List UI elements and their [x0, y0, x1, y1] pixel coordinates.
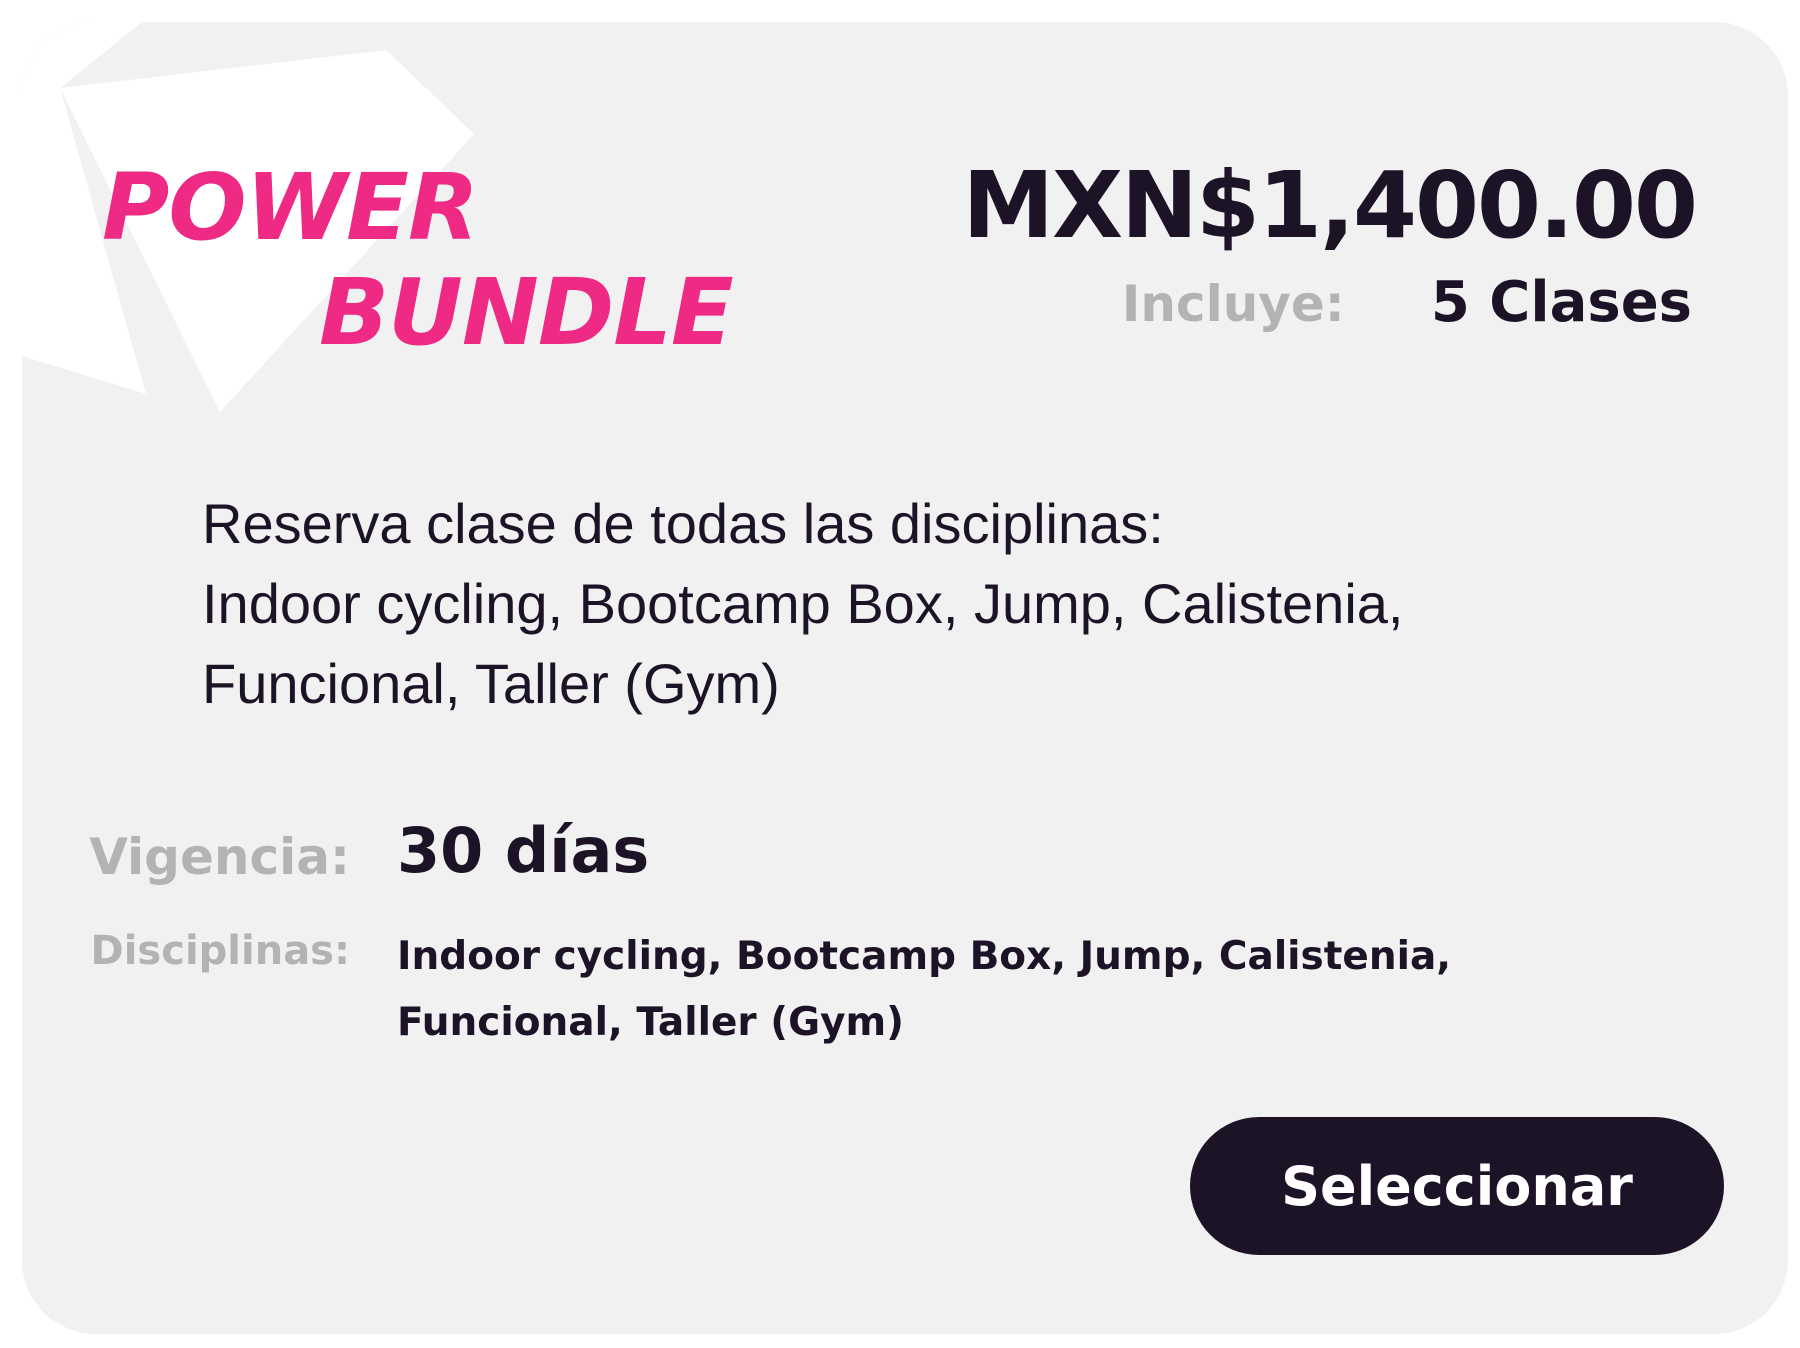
- disciplines-line: Funcional, Taller (Gym): [397, 1000, 904, 1045]
- disciplines-value: Indoor cycling, Bootcamp Box, Jump, Cali…: [397, 924, 1451, 1056]
- includes-row: Incluye: 5 Clases: [1122, 270, 1692, 335]
- validity-label: Vigencia:: [89, 828, 350, 886]
- description-line: Funcional, Taller (Gym): [202, 652, 780, 715]
- plan-description: Reserva clase de todas las disciplinas: …: [202, 484, 1602, 724]
- plan-title-line-2: BUNDLE: [319, 259, 734, 366]
- select-button[interactable]: Seleccionar: [1190, 1117, 1724, 1255]
- plan-title-line-1: POWER: [102, 154, 479, 261]
- disciplines-label: Disciplinas:: [90, 928, 350, 974]
- plan-price: MXN$1,400.00: [962, 152, 1698, 259]
- validity-value: 30 días: [397, 814, 650, 887]
- includes-value: 5 Clases: [1430, 270, 1692, 335]
- disciplines-line: Indoor cycling, Bootcamp Box, Jump, Cali…: [397, 934, 1452, 979]
- description-line: Indoor cycling, Bootcamp Box, Jump, Cali…: [202, 572, 1404, 635]
- plan-card: POWER BUNDLE MXN$1,400.00 Incluye: 5 Cla…: [22, 22, 1788, 1334]
- includes-label: Incluye:: [1121, 275, 1345, 333]
- description-line: Reserva clase de todas las disciplinas:: [202, 492, 1164, 555]
